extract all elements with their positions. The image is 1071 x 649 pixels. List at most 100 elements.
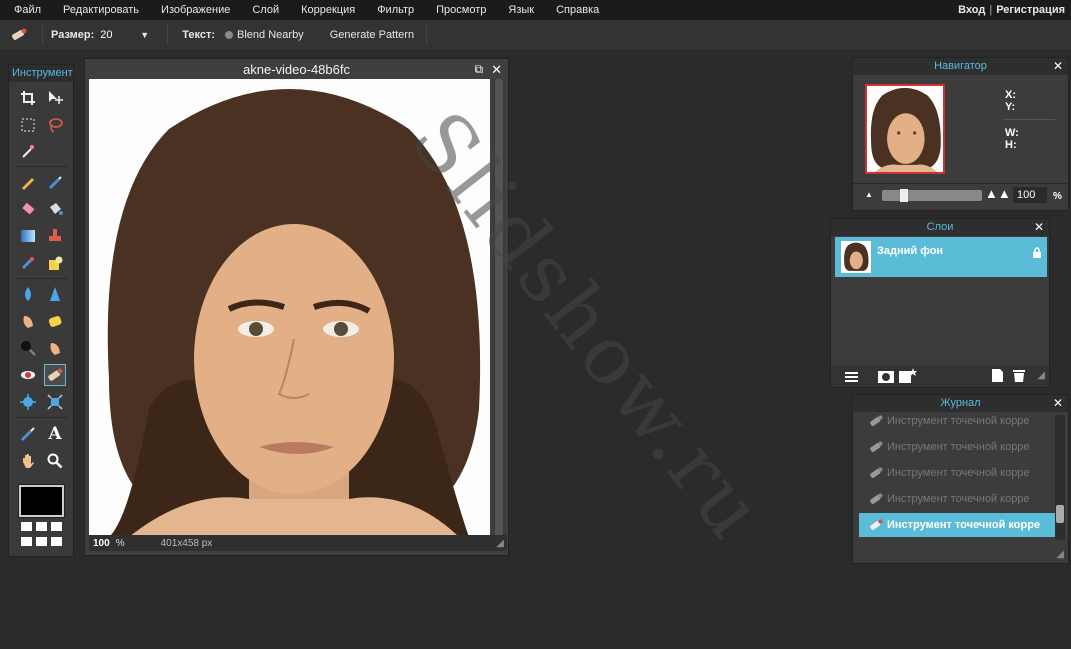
color-preset-swatch[interactable] xyxy=(36,537,47,546)
image-canvas[interactable] xyxy=(89,79,490,537)
history-item[interactable]: Инструмент точечной корре xyxy=(859,487,1055,511)
y-label: Y: xyxy=(1005,101,1016,113)
brush-tool-icon[interactable] xyxy=(44,171,66,193)
magic-wand-icon[interactable] xyxy=(17,140,39,162)
account-links: Вход | Регистрация xyxy=(958,4,1071,16)
resize-handle-icon[interactable]: ◢ xyxy=(496,538,504,549)
divider xyxy=(167,25,169,45)
foreground-color-swatch[interactable] xyxy=(18,484,65,518)
layer-thumbnail xyxy=(841,241,871,273)
navigator-thumbnail[interactable] xyxy=(865,84,945,174)
menu-adjustment[interactable]: Коррекция xyxy=(290,4,366,16)
layer-row[interactable]: Задний фон xyxy=(835,237,1047,277)
pinch-tool-icon[interactable] xyxy=(44,391,66,413)
menu-edit[interactable]: Редактировать xyxy=(52,4,150,16)
blur-tool-icon[interactable] xyxy=(17,283,39,305)
x-label: X: xyxy=(1005,89,1016,101)
scrollbar-thumb[interactable] xyxy=(495,79,503,537)
register-link[interactable]: Регистрация xyxy=(996,4,1065,16)
new-layer-icon[interactable] xyxy=(992,369,1003,387)
history-item[interactable]: Инструмент точечной корре xyxy=(859,461,1055,485)
color-preset-swatch[interactable] xyxy=(51,522,62,531)
sponge-tool-icon[interactable] xyxy=(44,310,66,332)
color-replace-icon[interactable] xyxy=(17,252,39,274)
menu-view[interactable]: Просмотр xyxy=(425,4,497,16)
gradient-tool-icon[interactable] xyxy=(17,225,39,247)
menu-language[interactable]: Язык xyxy=(497,4,545,16)
spot-heal-tool-icon xyxy=(8,24,30,46)
toolbox-title: Инструмент xyxy=(9,65,73,82)
color-picker-icon[interactable] xyxy=(17,423,39,445)
sharpen-tool-icon[interactable] xyxy=(44,283,66,305)
menu-filter[interactable]: Фильтр xyxy=(366,4,425,16)
marquee-tool-icon[interactable] xyxy=(17,114,39,136)
zoom-in-icon[interactable]: ▲▲ xyxy=(985,186,1011,201)
red-eye-tool-icon[interactable] xyxy=(17,364,39,386)
paint-bucket-icon[interactable] xyxy=(44,198,66,220)
navigator-zoom-unit: % xyxy=(1053,191,1062,202)
navigator-zoom-input[interactable]: 100 xyxy=(1013,187,1047,203)
menu-help[interactable]: Справка xyxy=(545,4,610,16)
move-tool-icon[interactable] xyxy=(44,87,66,109)
clone-stamp-icon[interactable] xyxy=(44,225,66,247)
color-preset-swatch[interactable] xyxy=(36,522,47,531)
smudge-tool-icon[interactable] xyxy=(17,310,39,332)
blend-nearby-option[interactable]: Blend Nearby xyxy=(225,29,304,41)
document-window-buttons: ⧉ ✕ xyxy=(475,62,502,78)
close-icon[interactable]: ✕ xyxy=(1034,219,1044,236)
divider xyxy=(15,417,67,418)
menu-bar: Файл Редактировать Изображение Слой Корр… xyxy=(0,0,1071,20)
vertical-scrollbar[interactable] xyxy=(493,79,505,537)
layer-mask-icon[interactable] xyxy=(878,370,894,388)
history-title: Журнал xyxy=(940,397,981,409)
size-dropdown-icon[interactable]: ▼ xyxy=(140,30,149,40)
drawing-tool-icon[interactable] xyxy=(44,252,66,274)
delete-layer-icon[interactable] xyxy=(1013,369,1025,387)
history-item[interactable]: Инструмент точечной корре xyxy=(859,435,1055,459)
zoom-tool-icon[interactable] xyxy=(44,450,66,472)
radio-icon xyxy=(317,31,326,40)
dodge-tool-icon[interactable] xyxy=(44,337,66,359)
color-preset-swatch[interactable] xyxy=(21,522,32,531)
resize-handle-icon[interactable]: ◢ xyxy=(1056,549,1064,560)
layer-settings-icon[interactable] xyxy=(845,370,858,388)
type-tool-icon[interactable]: A xyxy=(44,423,66,445)
options-bar: Размер: 20 ▼ Текст: Blend Nearby Generat… xyxy=(0,20,1071,51)
lasso-tool-icon[interactable] xyxy=(44,114,66,136)
size-input[interactable]: 20 xyxy=(100,29,140,41)
eraser-tool-icon[interactable] xyxy=(17,198,39,220)
login-link[interactable]: Вход xyxy=(958,4,985,16)
maximize-icon[interactable]: ⧉ xyxy=(475,62,484,78)
hand-tool-icon[interactable] xyxy=(17,450,39,472)
layer-style-icon[interactable] xyxy=(899,368,917,388)
close-icon[interactable]: ✕ xyxy=(1053,58,1063,75)
burn-tool-icon[interactable] xyxy=(17,337,39,359)
history-scrollbar[interactable] xyxy=(1055,415,1065,540)
menu-image[interactable]: Изображение xyxy=(150,4,241,16)
close-icon[interactable]: ✕ xyxy=(491,62,502,78)
zoom-slider-thumb[interactable] xyxy=(900,189,908,202)
zoom-slider[interactable] xyxy=(882,189,982,202)
menu-file[interactable]: Файл xyxy=(0,4,52,16)
spot-heal-tool-icon[interactable] xyxy=(44,364,66,386)
zoom-out-icon[interactable]: ▲ xyxy=(865,190,873,199)
generate-pattern-option[interactable]: Generate Pattern xyxy=(317,29,414,41)
blend-nearby-label: Blend Nearby xyxy=(237,29,304,41)
history-item-label: Инструмент точечной корре xyxy=(887,467,1030,479)
history-item-selected[interactable]: Инструмент точечной корре xyxy=(859,513,1055,537)
color-preset-swatch[interactable] xyxy=(21,537,32,546)
document-title-bar[interactable]: akne-video-48b6fc ⧉ ✕ xyxy=(85,59,508,79)
scrollbar-thumb[interactable] xyxy=(1056,505,1064,523)
zoom-value[interactable]: 100 xyxy=(93,538,110,549)
menu-separator: | xyxy=(989,4,993,16)
bloat-tool-icon[interactable] xyxy=(17,391,39,413)
crop-tool-icon[interactable] xyxy=(17,87,39,109)
menu-layer[interactable]: Слой xyxy=(241,4,290,16)
portrait-photo xyxy=(89,79,490,537)
history-item[interactable]: Инструмент точечной корре xyxy=(859,409,1055,433)
resize-handle-icon[interactable]: ◢ xyxy=(1037,370,1045,381)
pencil-tool-icon[interactable] xyxy=(17,171,39,193)
toolbox-panel: Инструмент A xyxy=(8,64,74,557)
layers-toolbar: ◢ xyxy=(831,365,1049,387)
color-preset-swatch[interactable] xyxy=(51,537,62,546)
